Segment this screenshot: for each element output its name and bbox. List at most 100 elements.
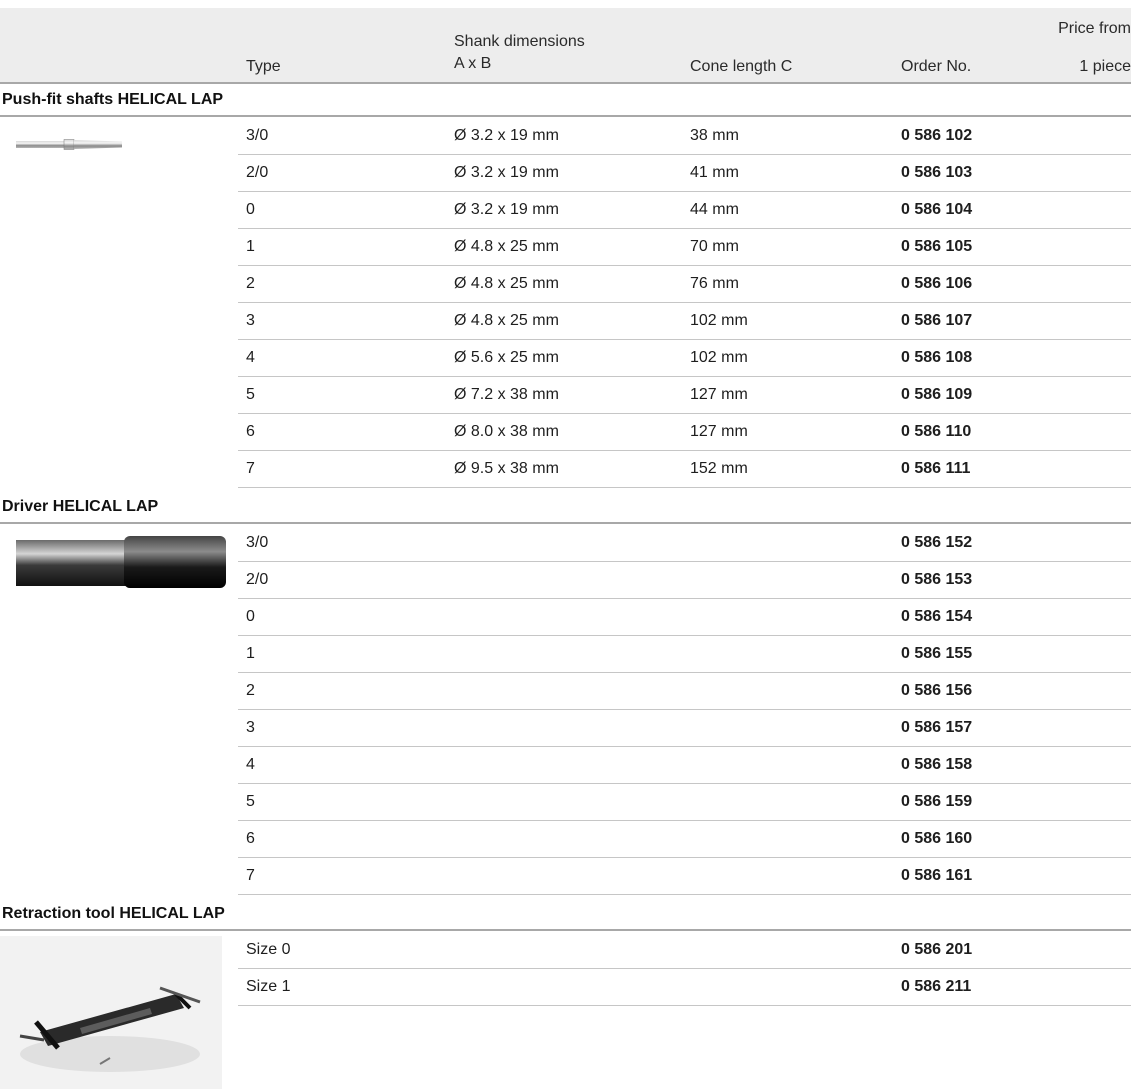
cone-length-cell: 41 mm [690,164,739,181]
type-cell: 6 [246,423,255,440]
table-row: 4 Ø 5.6 x 25 mm 102 mm 0 586 108 [238,340,1131,377]
order-number-cell: 0 586 107 [901,312,973,329]
order-number-cell: 0 586 156 [901,682,973,699]
type-cell: 2 [246,682,255,699]
cone-length-cell: 127 mm [690,423,748,440]
header-price-piece: 1 piece [1079,58,1131,75]
section-title-push-fit-shafts: Push-fit shafts HELICAL LAP [2,91,224,108]
cone-length-cell: 127 mm [690,386,748,403]
shank-dimensions-cell: Ø 4.8 x 25 mm [454,238,559,255]
type-cell: 0 [246,201,255,218]
table-row: 6 0 586 160 [238,821,1131,858]
type-cell: 3 [246,719,255,736]
type-cell: 1 [246,238,255,255]
type-cell: 0 [246,608,255,625]
table-row: 5 Ø 7.2 x 38 mm 127 mm 0 586 109 [238,377,1131,414]
type-cell: 6 [246,830,255,847]
retraction-tool-image [0,936,222,1089]
table-row: 3/0 0 586 152 [238,525,1131,562]
header-shank-axb: A x B [454,55,492,72]
table-row: 2/0 0 586 153 [238,562,1131,599]
cone-length-cell: 76 mm [690,275,739,292]
order-number-cell: 0 586 111 [901,460,971,477]
cone-length-cell: 152 mm [690,460,748,477]
order-number-cell: 0 586 154 [901,608,973,625]
header-shank-dimensions: Shank dimensions [454,33,585,50]
order-number-cell: 0 586 211 [901,978,972,995]
table-row: 2 Ø 4.8 x 25 mm 76 mm 0 586 106 [238,266,1131,303]
order-number-cell: 0 586 155 [901,645,973,662]
table-header: Type Shank dimensions A x B Cone length … [0,8,1131,84]
header-type: Type [246,58,281,75]
order-number-cell: 0 586 160 [901,830,973,847]
order-number-cell: 0 586 103 [901,164,973,181]
order-number-cell: 0 586 161 [901,867,973,884]
shank-dimensions-cell: Ø 3.2 x 19 mm [454,127,559,144]
section-title-retraction-tool: Retraction tool HELICAL LAP [2,905,225,922]
table-row: 0 0 586 154 [238,599,1131,636]
table-row: 7 Ø 9.5 x 38 mm 152 mm 0 586 111 [238,451,1131,488]
cone-length-cell: 102 mm [690,349,748,366]
table-row: 1 0 586 155 [238,636,1131,673]
table-row: 3/0 Ø 3.2 x 19 mm 38 mm 0 586 102 [238,118,1131,155]
cone-length-cell: 70 mm [690,238,739,255]
shank-dimensions-cell: Ø 4.8 x 25 mm [454,275,559,292]
table-row: 0 Ø 3.2 x 19 mm 44 mm 0 586 104 [238,192,1131,229]
order-number-cell: 0 586 157 [901,719,973,736]
shank-dimensions-cell: Ø 5.6 x 25 mm [454,349,559,366]
cone-length-cell: 102 mm [690,312,748,329]
type-cell: Size 0 [246,941,291,958]
order-number-cell: 0 586 105 [901,238,973,255]
shank-dimensions-cell: Ø 3.2 x 19 mm [454,201,559,218]
order-number-cell: 0 586 104 [901,201,973,218]
driver-image [16,536,226,588]
type-cell: 3/0 [246,534,269,551]
type-cell: 1 [246,645,255,662]
order-number-cell: 0 586 106 [901,275,973,292]
order-number-cell: 0 586 159 [901,793,973,810]
type-cell: 2/0 [246,571,269,588]
type-cell: 4 [246,756,255,773]
table-row: 3 Ø 4.8 x 25 mm 102 mm 0 586 107 [238,303,1131,340]
table-row: 3 0 586 157 [238,710,1131,747]
shank-dimensions-cell: Ø 7.2 x 38 mm [454,386,559,403]
table-row: Size 0 0 586 201 [238,932,1131,969]
order-number-cell: 0 586 201 [901,941,973,958]
section-title-driver: Driver HELICAL LAP [2,498,159,515]
type-cell: 2 [246,275,255,292]
type-cell: Size 1 [246,978,291,995]
order-number-cell: 0 586 158 [901,756,973,773]
table-row: 2/0 Ø 3.2 x 19 mm 41 mm 0 586 103 [238,155,1131,192]
type-cell: 5 [246,793,255,810]
cone-length-cell: 38 mm [690,127,739,144]
shank-dimensions-cell: Ø 9.5 x 38 mm [454,460,559,477]
order-number-cell: 0 586 152 [901,534,973,551]
type-cell: 4 [246,349,255,366]
type-cell: 7 [246,867,255,884]
type-cell: 2/0 [246,164,269,181]
table-row: 1 Ø 4.8 x 25 mm 70 mm 0 586 105 [238,229,1131,266]
type-cell: 3/0 [246,127,269,144]
shank-dimensions-cell: Ø 4.8 x 25 mm [454,312,559,329]
type-cell: 7 [246,460,255,477]
table-row: 7 0 586 161 [238,858,1131,895]
table-row: 4 0 586 158 [238,747,1131,784]
shank-dimensions-cell: Ø 8.0 x 38 mm [454,423,559,440]
shank-dimensions-cell: Ø 3.2 x 19 mm [454,164,559,181]
push-fit-shaft-image [16,139,122,150]
table-row: 2 0 586 156 [238,673,1131,710]
header-cone-length: Cone length C [690,58,793,75]
table-row: 5 0 586 159 [238,784,1131,821]
order-number-cell: 0 586 108 [901,349,973,366]
order-number-cell: 0 586 110 [901,423,972,440]
section-divider [0,929,1131,931]
table-row: Size 1 0 586 211 [238,969,1131,1006]
section-divider [0,115,1131,117]
order-number-cell: 0 586 109 [901,386,973,403]
header-price-from: Price from [1058,20,1131,37]
header-order-no: Order No. [901,58,972,75]
table-row: 6 Ø 8.0 x 38 mm 127 mm 0 586 110 [238,414,1131,451]
order-number-cell: 0 586 153 [901,571,973,588]
section-divider [0,522,1131,524]
order-number-cell: 0 586 102 [901,127,973,144]
